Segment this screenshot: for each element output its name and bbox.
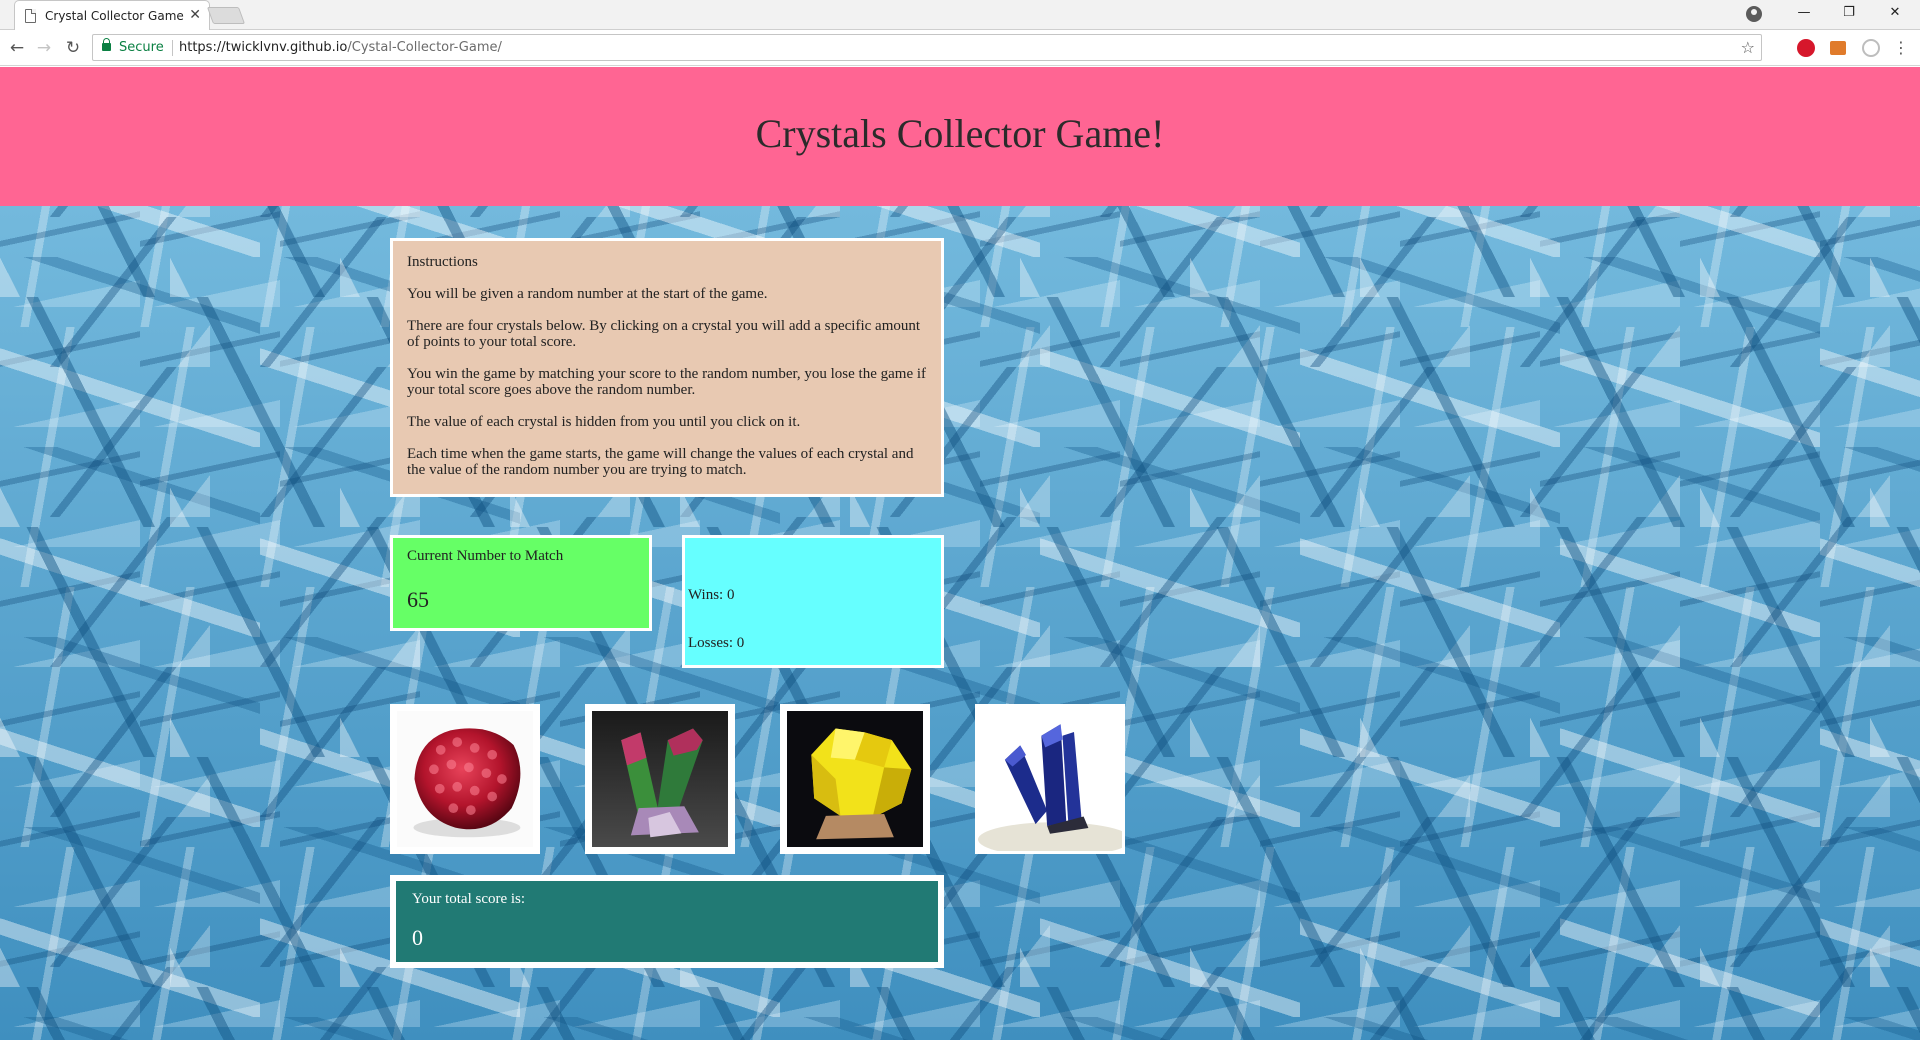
reload-icon[interactable]: ↻: [63, 38, 83, 58]
restore-icon[interactable]: ❐: [1826, 0, 1872, 26]
minimize-icon[interactable]: —: [1781, 0, 1827, 26]
yellow-crystal-image: [787, 711, 923, 847]
extension-circle-icon[interactable]: [1862, 39, 1880, 57]
tab-title: Crystal Collector Game: [45, 9, 184, 23]
total-score-panel: Your total score is: 0: [390, 875, 944, 968]
red-crystal-button[interactable]: [390, 704, 540, 854]
secure-label: Secure: [119, 40, 164, 55]
instructions-panel: Instructions You will be given a random …: [390, 238, 944, 497]
menu-dots-icon[interactable]: ⋮: [1891, 38, 1911, 58]
target-number-panel: Current Number to Match 65: [390, 535, 652, 631]
forward-arrow-icon[interactable]: →: [34, 38, 54, 58]
address-bar[interactable]: Secure https://twicklvnv.github.io/Cysta…: [92, 34, 1762, 61]
url-path: /Cystal-Collector-Game/: [347, 40, 502, 55]
instructions-heading: Instructions: [407, 254, 478, 270]
browser-toolbar: ← → ↻ Secure https://twicklvnv.github.io…: [0, 30, 1920, 66]
total-score-value: 0: [412, 925, 423, 950]
instructions-text: You will be given a random number at the…: [407, 286, 768, 302]
browser-tab-bar: Crystal Collector Game ✕ — ❐ ✕: [0, 0, 1920, 30]
instructions-text: The value of each crystal is hidden from…: [407, 414, 801, 430]
bookmark-star-icon[interactable]: ☆: [1741, 38, 1755, 57]
lock-icon: [102, 38, 111, 51]
close-window-icon[interactable]: ✕: [1872, 0, 1918, 26]
target-number-value: 65: [407, 587, 429, 612]
url-host: https://twicklvnv.github.io: [179, 40, 348, 55]
total-score-label: Your total score is:: [412, 891, 526, 907]
green-crystal-image: [592, 711, 728, 847]
page-header: Crystals Collector Game!: [0, 67, 1920, 206]
extension-opera-icon[interactable]: [1797, 39, 1815, 57]
new-tab-button[interactable]: [206, 7, 246, 24]
losses-count: Losses: 0: [688, 635, 745, 651]
blue-crystal-image: [978, 707, 1122, 851]
yellow-crystal-button[interactable]: [780, 704, 930, 854]
target-number-label: Current Number to Match: [407, 548, 564, 564]
browser-tab[interactable]: Crystal Collector Game ✕: [14, 0, 210, 30]
back-arrow-icon[interactable]: ←: [7, 38, 27, 58]
green-crystal-button[interactable]: [585, 704, 735, 854]
wins-count: Wins: 0: [688, 587, 735, 603]
instructions-text: You win the game by matching your score …: [407, 366, 927, 398]
page-icon: [25, 9, 36, 23]
url-text[interactable]: https://twicklvnv.github.io/Cystal-Colle…: [179, 40, 502, 55]
extension-tag-icon[interactable]: [1830, 41, 1846, 55]
close-tab-icon[interactable]: ✕: [189, 7, 201, 23]
wins-losses-panel: Wins: 0 Losses: 0: [682, 535, 944, 668]
red-crystal-image: [397, 711, 533, 847]
divider: [172, 40, 173, 56]
blue-crystal-button[interactable]: [975, 704, 1125, 854]
page-title: Crystals Collector Game!: [755, 111, 1165, 156]
profile-icon[interactable]: [1746, 6, 1762, 22]
instructions-text: There are four crystals below. By clicki…: [407, 318, 921, 350]
page-viewport: Crystals Collector Game! Instructions Yo…: [0, 67, 1920, 1040]
instructions-text: Each time when the game starts, the game…: [407, 446, 914, 478]
